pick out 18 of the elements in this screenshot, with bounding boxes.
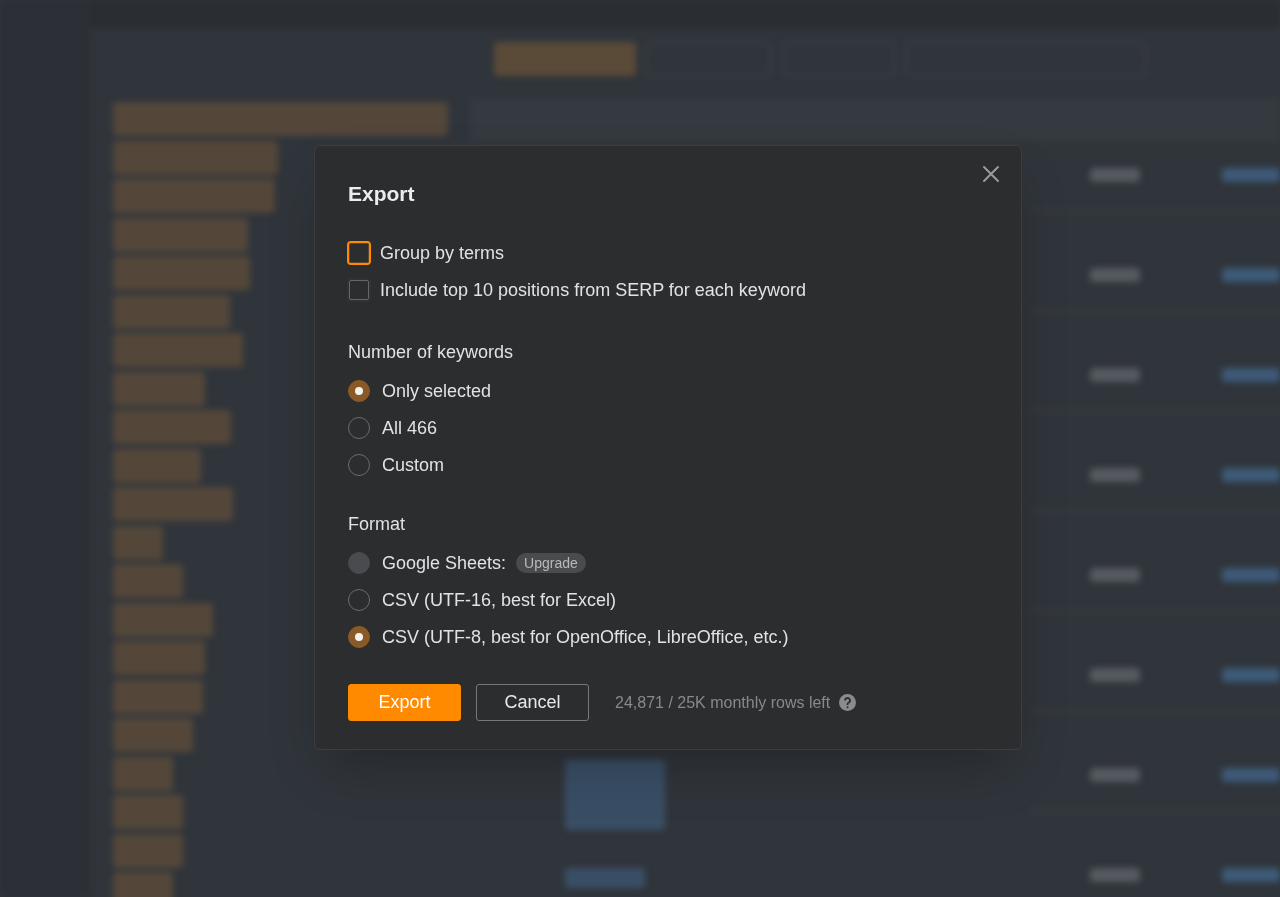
radio-button[interactable] xyxy=(348,380,370,402)
radio-label: All 466 xyxy=(382,416,438,440)
section-heading: Format xyxy=(348,513,406,536)
radio-button[interactable] xyxy=(348,626,370,648)
section-heading: Number of keywords xyxy=(348,341,515,364)
close-icon[interactable] xyxy=(981,164,1001,184)
checkbox-label: Group by terms xyxy=(380,241,505,265)
radio-label: Custom xyxy=(382,453,444,477)
radio-label: Google Sheets: xyxy=(382,551,507,575)
rows-left-text: 24,871 / 25K monthly rows left xyxy=(615,692,831,713)
export-button[interactable]: Export xyxy=(348,684,461,721)
radio-label: Only selected xyxy=(382,379,492,403)
radio-label: CSV (UTF-8, best for OpenOffice, LibreOffice, etc.) xyxy=(382,625,789,649)
help-icon[interactable] xyxy=(839,694,857,711)
radio-label: CSV (UTF-16, best for Excel) xyxy=(382,588,617,612)
checkbox-label: Include top 10 positions from SERP for each keyword xyxy=(380,278,806,302)
dialog-title: Export xyxy=(348,181,416,207)
cancel-button[interactable]: Cancel xyxy=(476,684,589,721)
